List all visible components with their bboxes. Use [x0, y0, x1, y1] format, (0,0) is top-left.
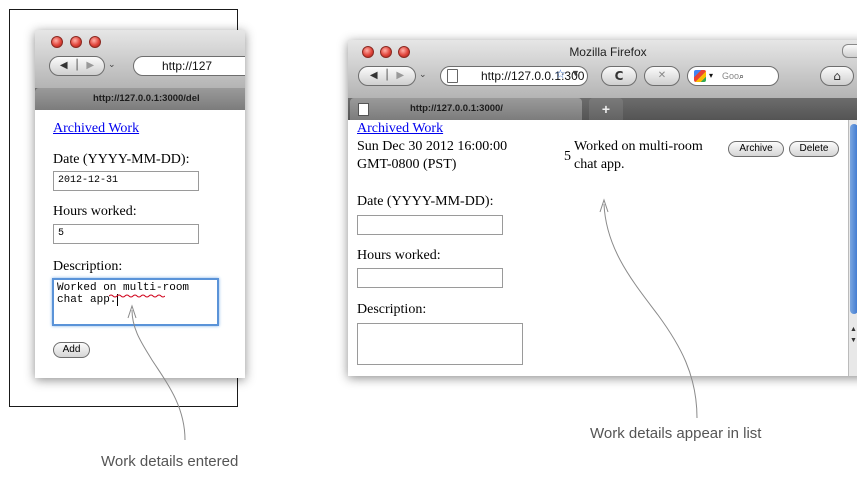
- left-callout-arrow: [131, 309, 186, 441]
- left-caption: Work details entered: [101, 453, 239, 470]
- callout-arrows: [127, 198, 698, 441]
- right-callout-arrow: [603, 203, 698, 419]
- right-caption: Work details appear in list: [590, 425, 762, 442]
